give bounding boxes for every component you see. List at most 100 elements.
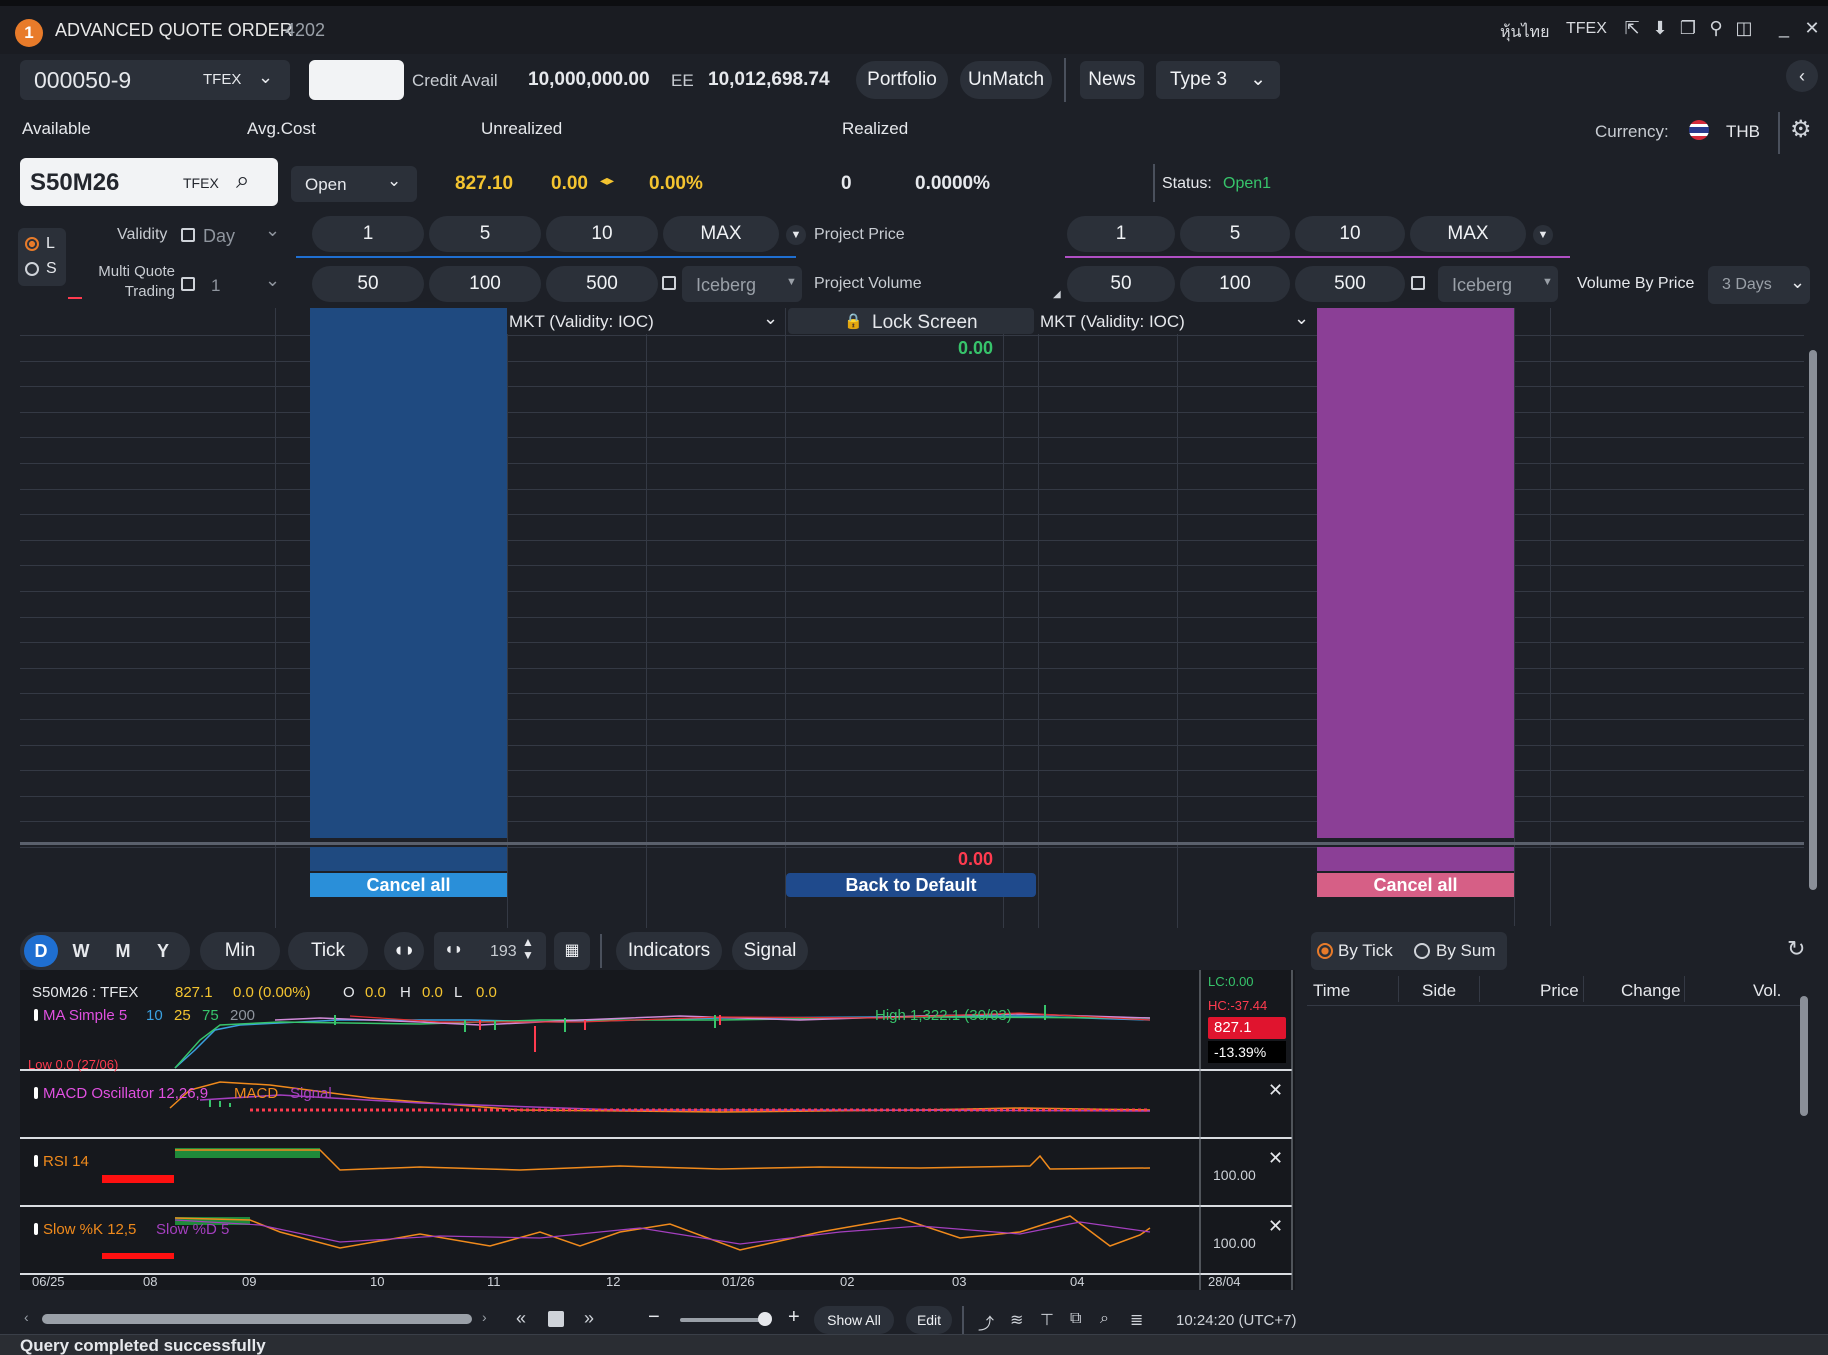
qty-max-sell[interactable]: MAX: [1410, 216, 1526, 252]
buy-order-type[interactable]: MKT (Validity: IOC) ⌄: [507, 308, 785, 334]
chevron-right-icon[interactable]: ›: [482, 1309, 487, 1325]
rewind-icon[interactable]: «: [516, 1308, 526, 1329]
zoom-track[interactable]: [680, 1318, 766, 1322]
close-icon[interactable]: ✕: [1800, 18, 1824, 44]
iceberg-select-sell[interactable]: Iceberg ▼: [1438, 266, 1558, 302]
cancel-all-sell-button[interactable]: Cancel all: [1317, 873, 1514, 897]
qty-500-buy[interactable]: 500: [546, 266, 658, 302]
market-label[interactable]: TFEX: [1566, 20, 1607, 38]
zoom-handle[interactable]: [758, 1312, 772, 1326]
visibility-toggle[interactable]: [34, 1009, 38, 1021]
visibility-toggle[interactable]: [34, 1155, 38, 1167]
news-button[interactable]: News: [1080, 61, 1144, 99]
period-d-button[interactable]: D: [24, 935, 58, 967]
qty-10-buy[interactable]: 10: [546, 216, 658, 252]
zoom-out-icon[interactable]: −: [648, 1306, 660, 1329]
qty-max-buy[interactable]: MAX: [663, 216, 779, 252]
dropdown-icon[interactable]: ▼: [786, 225, 806, 245]
edit-button[interactable]: Edit: [906, 1306, 952, 1334]
unmatch-button[interactable]: UnMatch: [960, 61, 1052, 99]
period-m-button[interactable]: M: [108, 935, 138, 967]
iceberg-checkbox-sell[interactable]: [1411, 276, 1425, 290]
validity-checkbox[interactable]: [181, 228, 195, 242]
min-button[interactable]: Min: [200, 932, 280, 970]
download-icon[interactable]: ⬇: [1648, 18, 1672, 44]
layout-tool-icon[interactable]: ⧉: [1070, 1310, 1081, 1328]
language-label[interactable]: หุ้นไทย: [1500, 20, 1549, 45]
settings-icon[interactable]: ⚙: [1790, 115, 1812, 144]
account-select[interactable]: 000050-9 TFEX ⌄: [20, 60, 290, 100]
qty-100-sell[interactable]: 100: [1180, 266, 1290, 302]
buy-column[interactable]: [310, 308, 507, 838]
fib-tool-icon[interactable]: ⊤: [1040, 1310, 1054, 1330]
visibility-toggle[interactable]: [34, 1223, 38, 1235]
qty-5-sell[interactable]: 5: [1180, 216, 1290, 252]
days-select[interactable]: 3 Days ⌄: [1708, 266, 1810, 304]
close-icon[interactable]: ✕: [1268, 1080, 1283, 1101]
chevron-down-icon[interactable]: ⌄: [265, 220, 280, 241]
qty-1-sell[interactable]: 1: [1067, 216, 1175, 252]
chart-scrollbar[interactable]: ‹ ›: [24, 1309, 494, 1328]
signal-button[interactable]: Signal: [732, 932, 808, 970]
ticker-scrollbar[interactable]: [1797, 976, 1811, 1306]
trend-tool-icon[interactable]: ≋: [1010, 1310, 1023, 1330]
scroll-thumb[interactable]: [1809, 350, 1817, 890]
forward-icon[interactable]: »: [584, 1308, 594, 1329]
qty-50-buy[interactable]: 50: [312, 266, 424, 302]
pin-icon[interactable]: ⚲: [1704, 18, 1728, 44]
qty-1-buy[interactable]: 1: [312, 216, 424, 252]
book-icon[interactable]: ◫: [1732, 18, 1756, 44]
iceberg-select-buy[interactable]: Iceberg ▼: [682, 266, 802, 302]
ladder-scrollbar[interactable]: [1806, 310, 1820, 924]
copy-icon[interactable]: ❐: [1676, 18, 1700, 44]
scroll-thumb[interactable]: [42, 1314, 472, 1324]
chart-type-icon[interactable]: ≣: [1130, 1310, 1143, 1330]
visibility-toggle[interactable]: [34, 1087, 38, 1099]
close-icon[interactable]: ✕: [1268, 1148, 1283, 1169]
portfolio-button[interactable]: Portfolio: [856, 61, 948, 99]
collapse-icon[interactable]: ‹: [1786, 60, 1818, 92]
close-icon[interactable]: ✕: [1268, 1216, 1283, 1237]
iceberg-checkbox-buy[interactable]: [662, 276, 676, 290]
side-toggle[interactable]: L S: [18, 228, 66, 286]
period-y-button[interactable]: Y: [148, 935, 178, 967]
long-radio[interactable]: [25, 237, 39, 251]
stop-icon[interactable]: [548, 1311, 564, 1327]
short-radio[interactable]: [25, 262, 39, 276]
dropdown-icon[interactable]: ▼: [1533, 225, 1553, 245]
back-to-default-button[interactable]: Back to Default: [786, 873, 1036, 897]
resize-icon[interactable]: ◢: [1053, 289, 1061, 300]
magnify-icon[interactable]: ⌕: [1100, 1310, 1109, 1328]
search-icon[interactable]: ⌕: [236, 167, 249, 195]
qty-50-sell[interactable]: 50: [1067, 266, 1175, 302]
chart-panel[interactable]: S50M26 : TFEX 827.1 0.0 (0.00%) O 0.0 H …: [20, 970, 1295, 1290]
chevron-left-icon[interactable]: ‹: [24, 1309, 29, 1325]
period-w-button[interactable]: W: [66, 935, 96, 967]
sell-column[interactable]: [1317, 308, 1514, 838]
cancel-all-buy-button[interactable]: Cancel all: [310, 873, 507, 897]
multi-quote-checkbox[interactable]: [181, 277, 195, 291]
chevron-down-icon[interactable]: ⌄: [265, 270, 280, 291]
show-all-button[interactable]: Show All: [814, 1306, 894, 1334]
zoom-control[interactable]: − +: [636, 1304, 816, 1334]
candle-icon[interactable]: ◖◗: [384, 932, 424, 970]
minimize-icon[interactable]: _: [1772, 18, 1796, 44]
zoom-in-icon[interactable]: +: [788, 1306, 800, 1329]
calendar-icon[interactable]: ▦: [554, 932, 590, 970]
position-select[interactable]: Open ⌄: [291, 166, 417, 202]
pin-input[interactable]: [309, 60, 404, 100]
popout-icon[interactable]: ⇱: [1620, 18, 1644, 44]
qty-5-buy[interactable]: 5: [429, 216, 541, 252]
lock-screen-button[interactable]: 🔒 Lock Screen: [788, 308, 1034, 334]
refresh-icon[interactable]: ↻: [1787, 936, 1805, 962]
tick-button[interactable]: Tick: [288, 932, 368, 970]
type-select[interactable]: Type 3 ⌄: [1156, 61, 1280, 99]
line-tool-icon[interactable]: ⤴: [978, 1310, 994, 1334]
indicators-button[interactable]: Indicators: [616, 932, 722, 970]
scroll-thumb[interactable]: [1800, 996, 1808, 1116]
by-sum-radio[interactable]: [1414, 943, 1430, 959]
by-tick-radio[interactable]: [1317, 943, 1333, 959]
sell-order-type[interactable]: MKT (Validity: IOC) ⌄: [1038, 308, 1316, 334]
bar-count-stepper[interactable]: ◖◗ 193 ▲ ▼: [434, 932, 546, 970]
qty-500-sell[interactable]: 500: [1295, 266, 1405, 302]
